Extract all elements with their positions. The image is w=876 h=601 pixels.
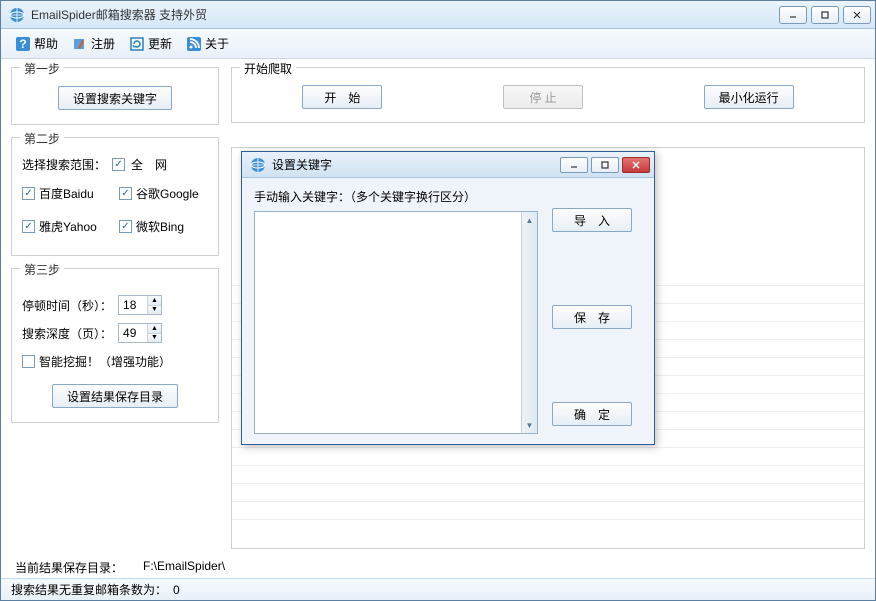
dialog-body: 手动输入关键字：（多个关键字换行区分） ▲ ▼ 导 入 保 存 确 定	[242, 178, 654, 444]
search-depth-input[interactable]	[119, 324, 147, 342]
save-dir-label: 当前结果保存目录：	[15, 559, 123, 576]
toolbar-register[interactable]: 注册	[66, 33, 121, 54]
dialog-maximize-button[interactable]	[591, 157, 619, 173]
checkbox-allnet-label: 全 网	[131, 156, 167, 173]
help-icon: ?	[15, 36, 31, 52]
left-column: 第一步 设置搜索关键字 第二步 选择搜索范围： 全 网 百度Baidu 谷歌Go…	[11, 67, 219, 549]
toolbar-about-label: 关于	[205, 35, 229, 52]
pause-time-spinner[interactable]: ▲▼	[118, 295, 162, 315]
search-range-label: 选择搜索范围：	[22, 156, 106, 173]
checkbox-bing[interactable]	[119, 220, 132, 233]
dialog-title: 设置关键字	[272, 156, 560, 173]
maximize-button[interactable]	[811, 6, 839, 24]
register-icon	[72, 36, 88, 52]
minimize-button[interactable]	[779, 6, 807, 24]
statusbar: 搜索结果无重复邮箱条数为： 0	[1, 578, 875, 600]
step3-legend: 第三步	[20, 261, 64, 278]
keywords-textarea[interactable]	[255, 212, 521, 433]
toolbar-register-label: 注册	[91, 35, 115, 52]
checkbox-google[interactable]	[119, 187, 132, 200]
pause-up[interactable]: ▲	[148, 296, 161, 306]
dialog-close-button[interactable]	[622, 157, 650, 173]
svg-text:?: ?	[19, 37, 26, 51]
toolbar-help-label: 帮助	[34, 35, 58, 52]
start-button[interactable]: 开 始	[302, 85, 382, 109]
checkbox-yahoo-label: 雅虎Yahoo	[39, 218, 97, 235]
checkbox-baidu[interactable]	[22, 187, 35, 200]
keywords-dialog: 设置关键字 手动输入关键字：（多个关键字换行区分） ▲ ▼ 导 入 保 存 确 …	[241, 151, 655, 445]
checkbox-yahoo[interactable]	[22, 220, 35, 233]
status-count: 0	[173, 583, 180, 597]
update-icon	[129, 36, 145, 52]
rss-icon	[186, 36, 202, 52]
crawl-group: 开始爬取 开 始 停 止 最小化运行	[231, 67, 865, 123]
checkbox-bing-label: 微软Bing	[136, 218, 184, 235]
pause-down[interactable]: ▼	[148, 306, 161, 315]
app-icon	[9, 7, 25, 23]
checkbox-allnet[interactable]	[112, 158, 125, 171]
smart-dig-label: 智能挖掘！（增强功能）	[39, 353, 171, 370]
window-title: EmailSpider邮箱搜索器 支持外贸	[31, 6, 779, 23]
dialog-titlebar: 设置关键字	[242, 152, 654, 178]
checkbox-smart-dig[interactable]	[22, 355, 35, 368]
save-button[interactable]: 保 存	[552, 305, 632, 329]
dialog-input-label: 手动输入关键字：（多个关键字换行区分）	[254, 188, 538, 205]
dialog-app-icon	[250, 157, 266, 173]
textarea-scrollbar[interactable]: ▲ ▼	[521, 212, 537, 433]
checkbox-baidu-label: 百度Baidu	[39, 185, 94, 202]
close-button[interactable]	[843, 6, 871, 24]
step1-legend: 第一步	[20, 60, 64, 77]
checkbox-google-label: 谷歌Google	[136, 185, 199, 202]
toolbar-update[interactable]: 更新	[123, 33, 178, 54]
step1-group: 第一步 设置搜索关键字	[11, 67, 219, 125]
crawl-legend: 开始爬取	[240, 60, 296, 77]
pause-time-input[interactable]	[119, 296, 147, 314]
toolbar-update-label: 更新	[148, 35, 172, 52]
step2-group: 第二步 选择搜索范围： 全 网 百度Baidu 谷歌Google 雅虎Yahoo…	[11, 137, 219, 256]
pause-time-label: 停顿时间（秒）：	[22, 297, 112, 314]
set-keywords-button[interactable]: 设置搜索关键字	[58, 86, 172, 110]
toolbar-help[interactable]: ? 帮助	[9, 33, 64, 54]
import-button[interactable]: 导 入	[552, 208, 632, 232]
minimize-run-button[interactable]: 最小化运行	[704, 85, 794, 109]
status-label: 搜索结果无重复邮箱条数为：	[11, 581, 167, 598]
dialog-minimize-button[interactable]	[560, 157, 588, 173]
save-dir-value: F:\EmailSpider\	[143, 559, 225, 576]
ok-button[interactable]: 确 定	[552, 402, 632, 426]
titlebar: EmailSpider邮箱搜索器 支持外贸	[1, 1, 875, 29]
depth-down[interactable]: ▼	[148, 334, 161, 343]
search-depth-spinner[interactable]: ▲▼	[118, 323, 162, 343]
scroll-down-icon[interactable]: ▼	[522, 417, 537, 433]
set-result-dir-button[interactable]: 设置结果保存目录	[52, 384, 178, 408]
step2-legend: 第二步	[20, 130, 64, 147]
bottom-info: 当前结果保存目录： F:\EmailSpider\	[1, 549, 875, 578]
depth-up[interactable]: ▲	[148, 324, 161, 334]
scroll-up-icon[interactable]: ▲	[522, 212, 537, 228]
step3-group: 第三步 停顿时间（秒）： ▲▼ 搜索深度（页）： ▲▼	[11, 268, 219, 423]
stop-button[interactable]: 停 止	[503, 85, 583, 109]
toolbar-about[interactable]: 关于	[180, 33, 235, 54]
toolbar: ? 帮助 注册 更新 关于	[1, 29, 875, 59]
search-depth-label: 搜索深度（页）：	[22, 325, 112, 342]
